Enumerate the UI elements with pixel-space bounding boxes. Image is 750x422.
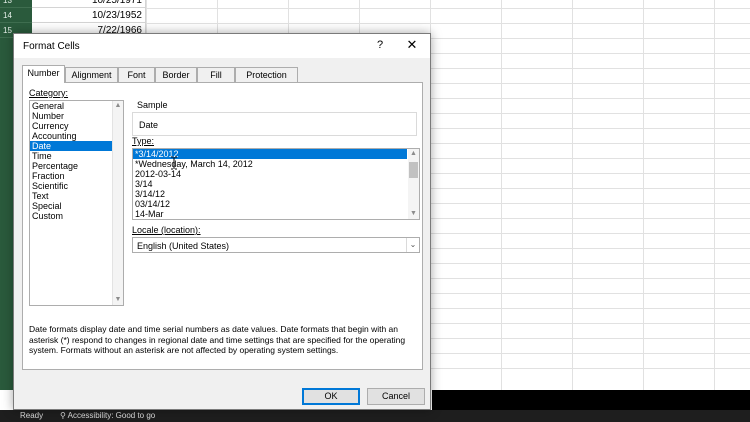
dialog-title: Format Cells xyxy=(23,41,80,52)
type-item[interactable]: 14-Mar xyxy=(133,209,419,219)
locale-label: Locale (location): xyxy=(132,225,201,235)
row-header[interactable]: 13 xyxy=(0,0,32,8)
sample-label: Sample xyxy=(137,100,168,110)
category-item[interactable]: General xyxy=(30,101,123,111)
tab-alignment[interactable]: Alignment xyxy=(65,67,118,82)
status-bar: Ready ⚲ Accessibility: Good to go xyxy=(0,410,750,422)
tab-fill[interactable]: Fill xyxy=(197,67,235,82)
category-list[interactable]: General Number Currency Accounting Date … xyxy=(29,100,124,306)
format-description: Date formats display date and time seria… xyxy=(29,324,406,355)
category-item[interactable]: Fraction xyxy=(30,171,123,181)
grid-line xyxy=(146,23,750,24)
scroll-thumb[interactable] xyxy=(409,162,418,178)
scroll-up-icon[interactable]: ▲ xyxy=(408,149,419,159)
category-scrollbar[interactable]: ▲ ▼ xyxy=(112,101,123,305)
category-item[interactable]: Scientific xyxy=(30,181,123,191)
number-tab-panel: Category: General Number Currency Accoun… xyxy=(22,82,423,370)
category-item[interactable]: Percentage xyxy=(30,161,123,171)
scroll-down-icon[interactable]: ▼ xyxy=(408,209,419,219)
accessibility-status[interactable]: ⚲ Accessibility: Good to go xyxy=(60,411,155,420)
accessibility-icon: ⚲ xyxy=(60,411,68,420)
scroll-down-icon[interactable]: ▼ xyxy=(113,295,123,305)
date-cell[interactable]: 10/23/1952 xyxy=(32,8,146,23)
tab-border[interactable]: Border xyxy=(155,67,197,82)
row-header[interactable]: 14 xyxy=(0,8,32,23)
locale-select[interactable]: English (United States) ⌄ xyxy=(132,237,420,253)
tab-font[interactable]: Font xyxy=(118,67,155,82)
sample-box: Date xyxy=(132,112,417,136)
text-cursor-icon xyxy=(171,156,177,170)
category-item[interactable]: Custom xyxy=(30,211,123,221)
type-item[interactable]: 2012-03-14 xyxy=(133,169,419,179)
category-item[interactable]: Number xyxy=(30,111,123,121)
status-ready: Ready xyxy=(20,411,44,420)
tab-number[interactable]: Number xyxy=(22,65,65,83)
sample-value: Date xyxy=(139,120,159,130)
format-cells-dialog: Format Cells ? ✕ Number Alignment Font B… xyxy=(13,33,431,410)
category-item[interactable]: Currency xyxy=(30,121,123,131)
locale-value: English (United States) xyxy=(137,241,230,251)
type-scrollbar[interactable]: ▲ ▼ xyxy=(408,149,419,219)
grid-line xyxy=(714,0,715,390)
grid-line xyxy=(501,0,502,390)
help-button[interactable]: ? xyxy=(372,37,388,53)
category-item[interactable]: Time xyxy=(30,151,123,161)
sheet-footer-bar xyxy=(432,390,750,410)
type-item[interactable]: 3/14/12 xyxy=(133,189,419,199)
grid-line xyxy=(643,0,644,390)
dialog-titlebar[interactable]: Format Cells ? ✕ xyxy=(14,34,430,58)
ok-button[interactable]: OK xyxy=(302,388,360,405)
category-item-selected[interactable]: Date xyxy=(30,141,123,151)
accessibility-text: Accessibility: Good to go xyxy=(67,411,156,420)
date-cell[interactable]: 10/25/1971 xyxy=(32,0,146,8)
type-label: Type: xyxy=(132,136,155,146)
grid-line xyxy=(146,8,750,9)
grid-line xyxy=(572,0,573,390)
type-item[interactable]: 03/14/12 xyxy=(133,199,419,209)
close-button[interactable]: ✕ xyxy=(404,37,420,53)
category-item[interactable]: Special xyxy=(30,201,123,211)
chevron-down-icon[interactable]: ⌄ xyxy=(406,238,419,252)
tab-protection[interactable]: Protection xyxy=(235,67,298,82)
type-item[interactable]: 3/14 xyxy=(133,179,419,189)
category-item[interactable]: Accounting xyxy=(30,131,123,141)
cancel-button[interactable]: Cancel xyxy=(367,388,425,405)
scroll-up-icon[interactable]: ▲ xyxy=(113,101,123,111)
category-item[interactable]: Text xyxy=(30,191,123,201)
category-label: Category: xyxy=(29,88,69,98)
